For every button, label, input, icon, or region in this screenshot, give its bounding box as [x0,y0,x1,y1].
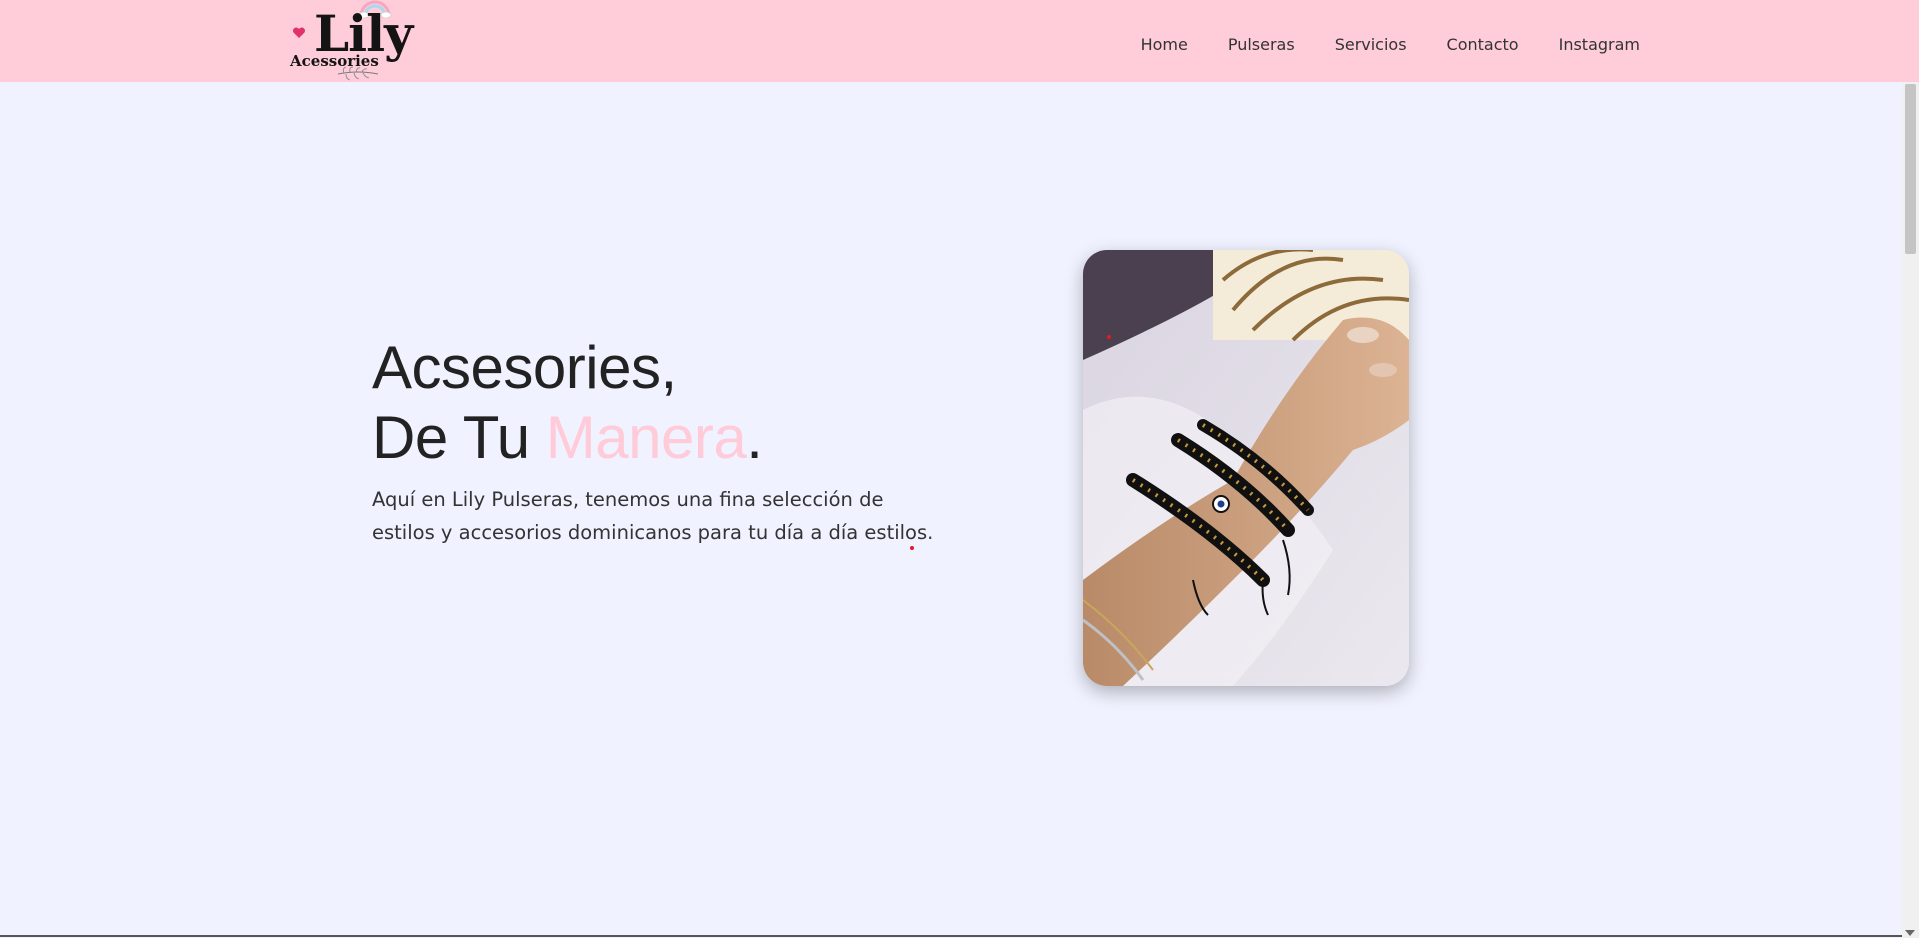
hero-title-line2-prefix: De Tu [372,404,546,471]
chevron-down-icon[interactable] [1905,930,1915,936]
scrollbar-thumb[interactable] [1905,84,1916,254]
red-dot-marker [1107,335,1111,339]
hero-title-line1: Acsesories, [372,334,677,401]
nav-link-home[interactable]: Home [1141,35,1188,54]
hero-title-line2-suffix: . [746,404,763,471]
hero-title-accent: Manera [545,404,747,471]
hero-bracelet-photo [1083,250,1409,686]
nav-link-instagram[interactable]: Instagram [1559,35,1640,54]
red-dot-marker [910,546,914,550]
vertical-scrollbar[interactable] [1902,82,1919,938]
nav-link-pulseras[interactable]: Pulseras [1228,35,1295,54]
leaf-sprig-icon [337,66,379,81]
nav-link-contacto[interactable]: Contacto [1447,35,1519,54]
bottom-divider [0,935,1902,937]
hero-title: Acsesories, De Tu Manera. [372,333,763,473]
main-nav: Home Pulseras Servicios Contacto Instagr… [1141,0,1640,88]
heart-icon [292,27,306,38]
nav-link-servicios[interactable]: Servicios [1335,35,1407,54]
hero-description: Aquí en Lily Pulseras, tenemos una fina … [372,488,934,544]
top-navbar: Lily Acessories Home Pulseras Servicios … [0,0,1919,82]
brand-logo[interactable]: Lily Acessories [288,0,418,84]
bracelet-photo-illustration [1083,250,1409,686]
